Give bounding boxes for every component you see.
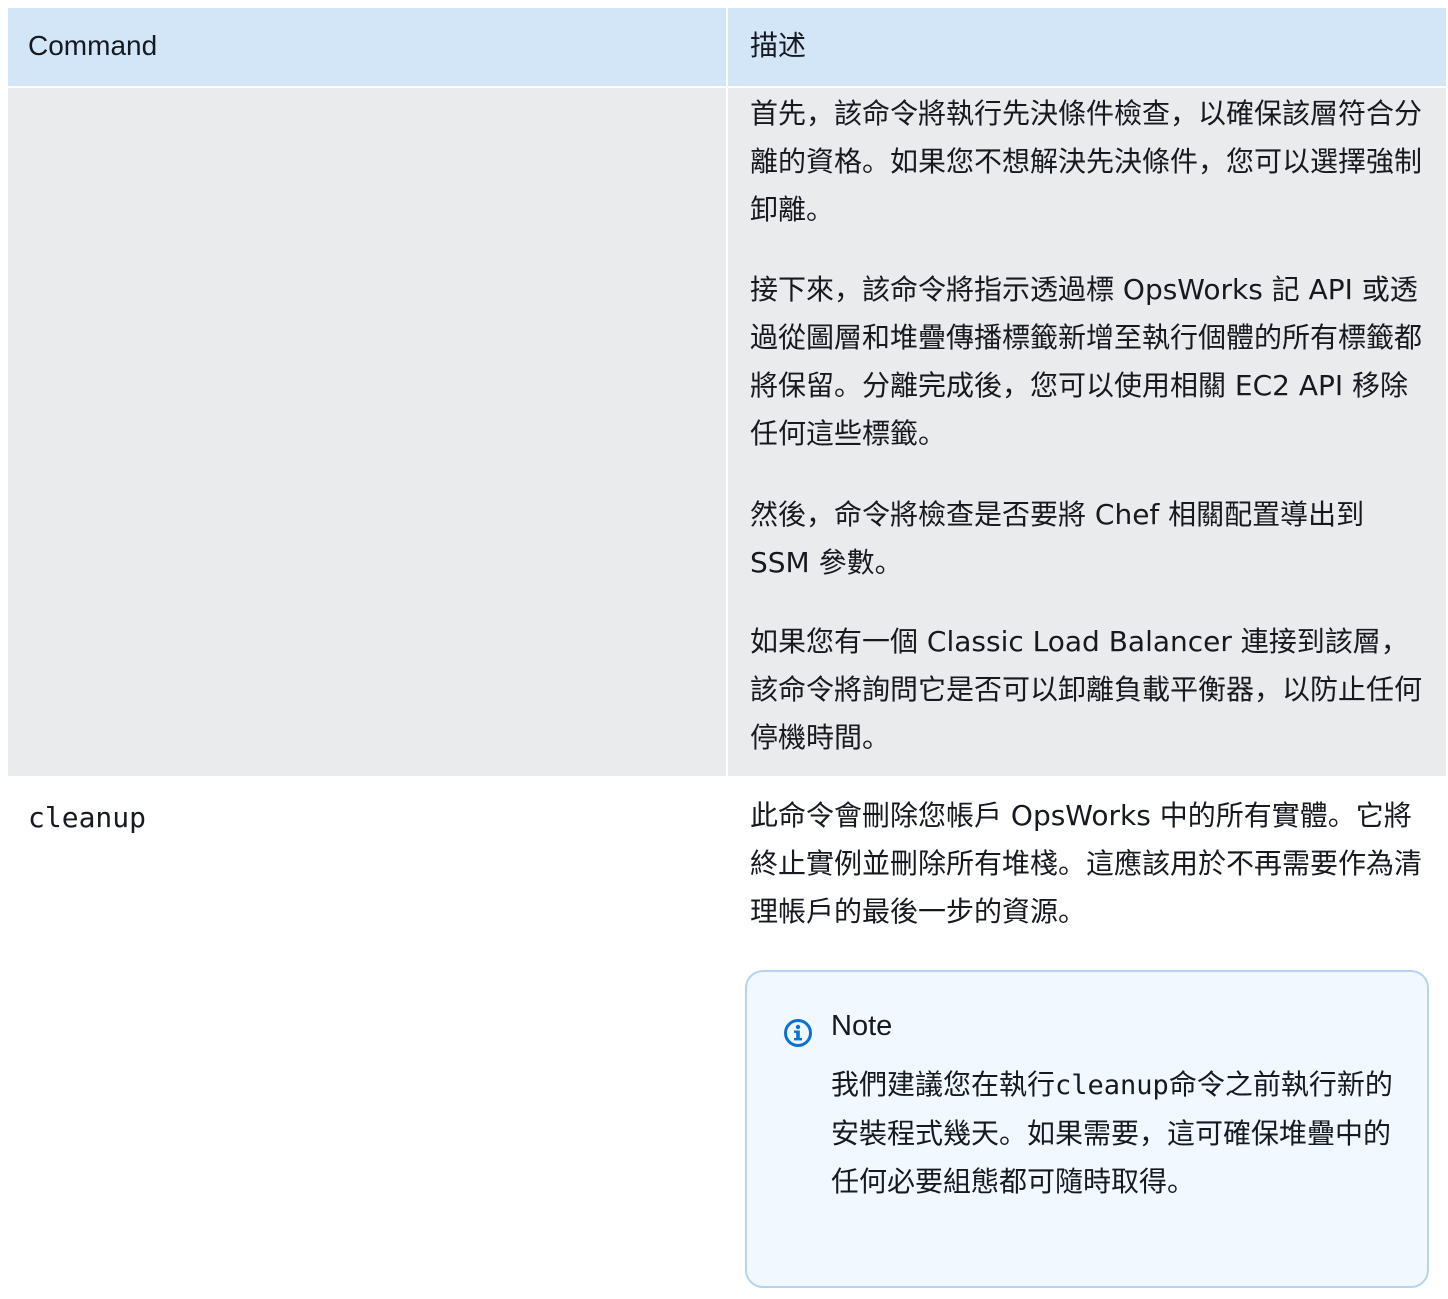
header-cell-command: Command [8,8,726,86]
header-cell-description: 描述 [728,8,1446,86]
description-paragraph: 如果您有一個 Classic Load Balancer 連接到該層，該命令將詢… [750,625,1423,754]
table-row: 首先，該命令將執行先決條件檢查，以確保該層符合分離的資格。如果您不想解決先決條件… [8,88,1446,776]
description-cell: 首先，該命令將執行先決條件檢查，以確保該層符合分離的資格。如果您不想解決先決條件… [728,88,1446,776]
note-callout: Note 我們建議您在執行cleanup命令之前執行新的安裝程式幾天。如果需要，… [745,970,1429,1288]
note-body: 我們建議您在執行cleanup命令之前執行新的安裝程式幾天。如果需要，這可確保堆… [831,1061,1401,1206]
description-paragraph: 然後，命令將檢查是否要將 Chef 相關配置導出到 SSM 參數。 [750,498,1365,579]
command-name-cleanup: cleanup [28,801,147,834]
command-cell [8,88,726,776]
info-circle-icon [784,1019,812,1047]
description-paragraph: 接下來，該命令將指示透過標 OpsWorks 記 API 或透過從圖層和堆疊傳播… [750,273,1423,450]
note-body-text: 我們建議您在執行 [831,1068,1056,1101]
table-row: cleanup 此命令會刪除您帳戶 OpsWorks 中的所有實體。它將終止實例… [8,778,1446,1299]
column-header-command: Command [28,30,158,61]
description-cell: 此命令會刪除您帳戶 OpsWorks 中的所有實體。它將終止實例並刪除所有堆棧。… [728,778,1446,1299]
description-paragraph: 此命令會刪除您帳戶 OpsWorks 中的所有實體。它將終止實例並刪除所有堆棧。… [750,799,1423,928]
inline-code: cleanup [1055,1070,1169,1101]
description-paragraph: 首先，該命令將執行先決條件檢查，以確保該層符合分離的資格。如果您不想解決先決條件… [750,97,1423,226]
table-header-row: Command 描述 [8,8,1446,86]
column-header-description: 描述 [750,30,807,61]
note-title: Note [831,1010,893,1042]
command-cell: cleanup [8,778,726,1299]
commands-table: Command 描述 首先，該命令將執行先決條件檢查，以確保該層符合分離的資格。… [8,8,1446,1299]
